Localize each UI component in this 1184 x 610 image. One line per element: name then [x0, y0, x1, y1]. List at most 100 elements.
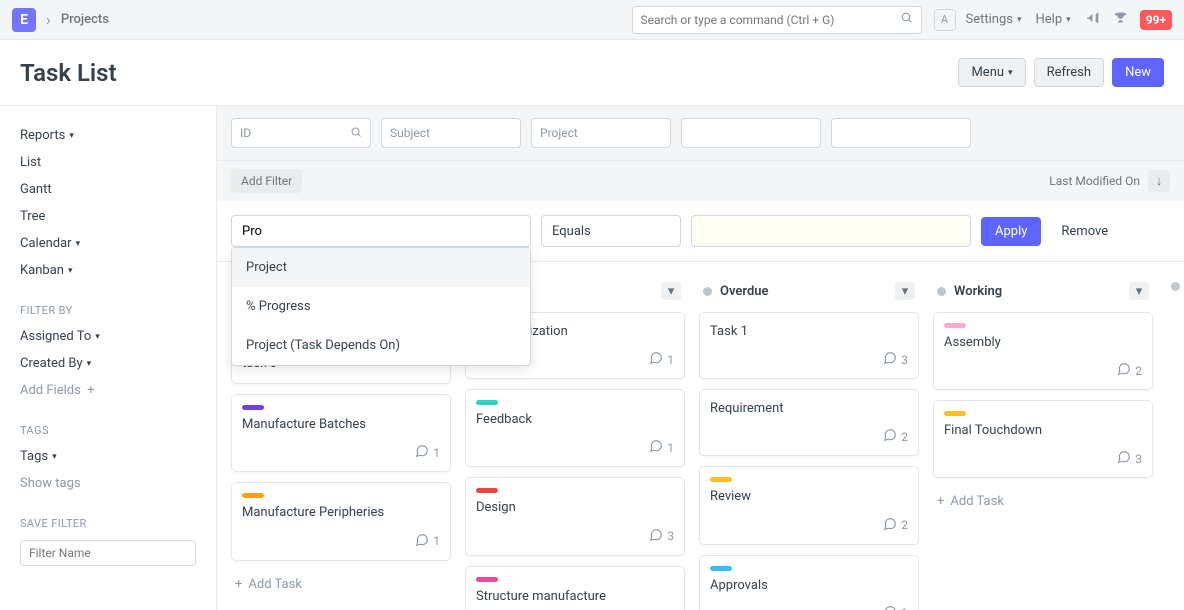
sidebar-view-reports[interactable]: Reports▾: [20, 122, 196, 149]
chevron-down-icon: ▾: [68, 266, 73, 276]
chevron-down-icon: ▾: [52, 452, 57, 462]
status-dot: [1171, 282, 1180, 291]
app-logo[interactable]: E: [12, 8, 36, 32]
card-title: Review: [710, 488, 908, 506]
add-task-button[interactable]: +Add Task: [933, 488, 1153, 515]
megaphone-icon[interactable]: [1085, 10, 1101, 30]
kanban-card[interactable]: Design3: [465, 477, 685, 555]
add-filter-button[interactable]: Add Filter: [231, 169, 302, 193]
help-link[interactable]: Help▾: [1036, 12, 1071, 27]
chevron-down-icon: ▾: [69, 131, 74, 141]
filter-field-input[interactable]: [231, 215, 531, 247]
filter-name-input[interactable]: [20, 540, 196, 566]
column-menu-button[interactable]: ▾: [661, 282, 681, 300]
comment-icon: [415, 444, 429, 461]
blank-filter-2[interactable]: [831, 118, 971, 148]
settings-link[interactable]: Settings▾: [966, 12, 1022, 27]
sidebar-view-list[interactable]: List: [20, 149, 196, 176]
blank-filter-1[interactable]: [681, 118, 821, 148]
sidebar-view-calendar[interactable]: Calendar▾: [20, 230, 196, 257]
global-search-input[interactable]: [641, 13, 900, 27]
chevron-down-icon: ▾: [1008, 68, 1013, 78]
card-title: Requirement: [710, 400, 908, 418]
kanban-card[interactable]: Assembly2: [933, 312, 1153, 390]
sort-by-label[interactable]: Last Modified On: [1049, 174, 1140, 188]
filter-condition-select[interactable]: Equals: [541, 215, 681, 247]
column-title: Working: [954, 284, 1129, 299]
card-tag: [476, 488, 498, 493]
autocomplete-item[interactable]: Project (Task Depends On): [232, 326, 530, 365]
filter-by-created-by[interactable]: Created By▾: [20, 350, 196, 377]
kanban-card[interactable]: Manufacture Peripheries1: [231, 482, 451, 560]
column-header: Overdue▾: [699, 276, 919, 312]
kanban-card[interactable]: Requirement2: [699, 389, 919, 456]
plus-icon: +: [235, 577, 242, 592]
comment-count: 1: [667, 441, 674, 455]
card-footer: 1: [476, 439, 674, 456]
kanban-card[interactable]: Task 13: [699, 312, 919, 379]
plus-icon: +: [937, 494, 944, 509]
sort-direction-button[interactable]: ↓: [1148, 170, 1170, 192]
menu-button[interactable]: Menu▾: [958, 58, 1025, 87]
search-icon: [900, 11, 913, 28]
breadcrumb-separator: ›: [46, 10, 51, 29]
card-title: Final Touchdown: [944, 422, 1142, 440]
kanban-card[interactable]: Final Touchdown3: [933, 400, 1153, 478]
card-tag: [710, 566, 732, 571]
id-filter[interactable]: ID: [231, 118, 371, 148]
card-tag: [710, 477, 732, 482]
column-header: Working▾: [933, 276, 1153, 312]
add-task-button[interactable]: +Add Task: [231, 571, 451, 598]
card-title: Approvals: [710, 577, 908, 595]
notification-badge[interactable]: 99+: [1140, 10, 1172, 30]
column-menu-button[interactable]: ▾: [895, 282, 915, 300]
chevron-down-icon: ▾: [1017, 15, 1022, 25]
titlebar: Task List Menu▾ Refresh New: [0, 40, 1184, 106]
column-menu-button[interactable]: ▾: [1129, 282, 1149, 300]
comment-count: 1: [901, 606, 908, 610]
tags-link[interactable]: Tags▾: [20, 443, 196, 470]
card-tag: [476, 577, 498, 582]
new-button[interactable]: New: [1112, 58, 1164, 87]
kanban-card[interactable]: Review2: [699, 466, 919, 544]
sidebar-view-tree[interactable]: Tree: [20, 203, 196, 230]
add-fields-link[interactable]: Add Fields +: [20, 377, 196, 404]
card-tag: [242, 493, 264, 498]
card-title: Manufacture Batches: [242, 416, 440, 434]
comment-count: 1: [433, 534, 440, 548]
kanban-card[interactable]: Structure manufacture1: [465, 566, 685, 610]
kanban-column: Overdue▾Task 13 Requirement2 Review2 Approv…: [699, 276, 919, 596]
filter-value-input[interactable]: [691, 215, 971, 247]
card-footer: 1: [242, 533, 440, 550]
show-tags-link[interactable]: Show tags: [20, 470, 196, 497]
comment-count: 1: [667, 353, 674, 367]
comment-icon: [883, 517, 897, 534]
avatar[interactable]: A: [934, 9, 956, 31]
kanban-column: Working▾Assembly2Final Touchdown3+Add Ta…: [933, 276, 1153, 596]
comment-icon: [883, 428, 897, 445]
refresh-button[interactable]: Refresh: [1034, 58, 1104, 87]
kanban-card[interactable]: Approvals 1: [699, 555, 919, 610]
kanban-card[interactable]: Manufacture Batches1: [231, 394, 451, 472]
autocomplete-item[interactable]: Project: [232, 248, 530, 287]
card-title: Feedback: [476, 411, 674, 429]
sidebar-view-gantt[interactable]: Gantt: [20, 176, 196, 203]
breadcrumb-projects[interactable]: Projects: [61, 12, 109, 27]
tags-label: TAGS: [20, 418, 196, 443]
filter-by-assigned-to[interactable]: Assigned To▾: [20, 323, 196, 350]
chevron-down-icon: ▾: [1066, 15, 1071, 25]
apply-button[interactable]: Apply: [981, 217, 1041, 246]
project-filter[interactable]: Project: [531, 118, 671, 148]
global-search[interactable]: [632, 6, 922, 34]
remove-button[interactable]: Remove: [1051, 217, 1118, 246]
chevron-down-icon: ▾: [95, 332, 100, 342]
subject-filter[interactable]: Subject: [381, 118, 521, 148]
sidebar: Reports▾ListGanttTreeCalendar▾Kanban▾ FI…: [0, 106, 216, 610]
comment-icon: [1117, 362, 1131, 379]
search-icon: [350, 126, 362, 141]
sidebar-view-kanban[interactable]: Kanban▾: [20, 257, 196, 284]
autocomplete-item[interactable]: % Progress: [232, 287, 530, 326]
kanban-card[interactable]: Feedback 1: [465, 389, 685, 467]
trophy-icon[interactable]: [1113, 10, 1128, 29]
field-autocomplete: Project% ProgressProject (Task Depends O…: [231, 247, 531, 366]
